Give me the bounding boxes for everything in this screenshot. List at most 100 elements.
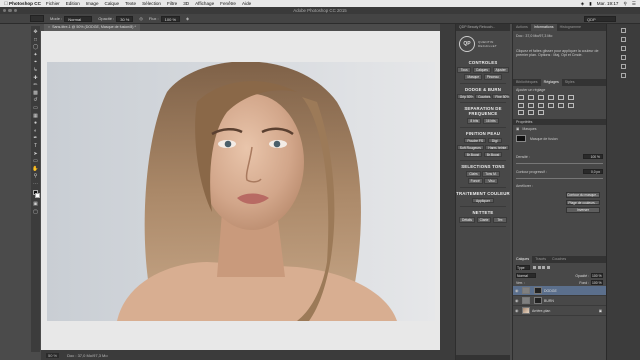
layer-mask-thumbnail[interactable]	[534, 297, 542, 304]
brush-tool-icon[interactable]: ✏	[33, 82, 39, 88]
clone-stamp-tool-icon[interactable]: ▩	[33, 90, 39, 96]
swatches-icon[interactable]	[621, 46, 626, 51]
brightness-adjustment-icon[interactable]	[518, 95, 524, 101]
zoom-tool-icon[interactable]: ⚲	[33, 173, 39, 179]
more-tools-icon[interactable]: ⋯	[33, 181, 39, 187]
tab-histogramme[interactable]: Histogramme	[557, 24, 584, 31]
plugin-button[interactable]: Clairs	[466, 171, 481, 177]
menu-image[interactable]: Image	[86, 1, 99, 6]
plugin-button[interactable]: Tons M.	[482, 171, 500, 177]
invert-button[interactable]: Inverser	[566, 207, 600, 213]
airbrush-icon[interactable]: ◈	[186, 16, 189, 21]
mode-select[interactable]: Normal	[64, 15, 93, 22]
menu-fichier[interactable]: Fichier	[46, 1, 60, 6]
healing-brush-tool-icon[interactable]: ✚	[33, 75, 39, 81]
layer-row-burn[interactable]: ◉ BURN	[513, 296, 606, 306]
plugin-button[interactable]: Br.Boost	[483, 151, 503, 158]
layer-filter-select[interactable]: Type	[516, 265, 530, 270]
plugin-button[interactable]: Digi	[487, 137, 502, 144]
search-icon[interactable]: ⚲	[624, 1, 627, 7]
fill-input[interactable]: 100 %	[591, 280, 603, 285]
document-tab[interactable]: × Sans-titre-1 @ 50% (DODGE, Masque de fu…	[44, 24, 140, 31]
visibility-eye-icon[interactable]: ◉	[515, 288, 520, 293]
tab-styles[interactable]: Styles	[562, 79, 578, 86]
pressure-icon[interactable]: ◎	[139, 16, 143, 21]
channel-mixer-adjustment-icon[interactable]	[548, 102, 554, 108]
threshold-adjustment-icon[interactable]	[518, 109, 524, 115]
menu-selection[interactable]: Sélection	[142, 1, 161, 6]
blend-mode-select[interactable]: Normal	[516, 273, 536, 278]
plugin-button[interactable]: Pinceau	[483, 74, 502, 80]
wifi-icon[interactable]: ◈	[581, 1, 585, 7]
path-selection-tool-icon[interactable]: ➤	[33, 151, 39, 157]
plugin-button[interactable]: Foncé	[467, 178, 483, 184]
density-input[interactable]: 100 %	[583, 154, 603, 160]
brush-preset-icon[interactable]	[621, 55, 626, 60]
menu-list-icon[interactable]: ☰	[632, 1, 636, 7]
exposure-adjustment-icon[interactable]	[548, 95, 554, 101]
hand-tool-icon[interactable]: ✋	[32, 166, 38, 172]
history-icon[interactable]	[621, 28, 626, 33]
posterize-adjustment-icon[interactable]	[568, 102, 574, 108]
menu-calque[interactable]: Calque	[105, 1, 120, 6]
canvas-photo[interactable]	[47, 62, 435, 321]
zoom-button[interactable]	[13, 8, 18, 13]
gradient-tool-icon[interactable]: ▦	[33, 113, 39, 119]
plugin-button[interactable]: Grip 50%	[456, 93, 474, 100]
filter-adjust-icon[interactable]	[537, 265, 541, 269]
menu-edition[interactable]: Edition	[66, 1, 80, 6]
layer-opacity-input[interactable]: 100 %	[591, 273, 603, 278]
plugin-panel-header[interactable]: QDP Beauty Retouch...	[456, 24, 510, 31]
tab-couches[interactable]: Couches	[549, 256, 569, 263]
tool-preset-picker[interactable]	[30, 15, 44, 22]
tab-actions[interactable]: Actions	[513, 24, 531, 31]
plugin-button[interactable]: 8 bits	[467, 118, 482, 124]
selective-color-adjustment-icon[interactable]	[538, 109, 544, 115]
flow-input[interactable]: 100 %	[160, 15, 180, 22]
feather-input[interactable]: 0,0 px	[583, 169, 603, 175]
visibility-eye-icon[interactable]: ◉	[515, 308, 520, 313]
invert-adjustment-icon[interactable]	[558, 102, 564, 108]
magic-wand-tool-icon[interactable]: ✦	[33, 52, 39, 58]
color-range-button[interactable]: Plage de couleurs...	[566, 199, 600, 206]
minimize-button[interactable]	[8, 8, 12, 13]
background-color-swatch[interactable]	[34, 193, 40, 199]
character-icon[interactable]	[621, 64, 626, 69]
menu-3d[interactable]: 3D	[183, 1, 189, 6]
feather-slider[interactable]	[516, 178, 603, 180]
eyedropper-tool-icon[interactable]: ↳	[33, 67, 39, 73]
plugin-button[interactable]: Courbes	[475, 93, 491, 100]
visibility-eye-icon[interactable]: ◉	[515, 298, 520, 303]
pen-tool-icon[interactable]: ✒	[33, 135, 39, 141]
doc-size[interactable]: Doc : 37,0 Mo/97,3 Mo	[67, 353, 107, 358]
plugin-button[interactable]: Tex	[493, 217, 508, 223]
tab-bibliotheques[interactable]: Bibliothèques	[513, 79, 541, 86]
plugin-button[interactable]: Visu	[484, 178, 499, 184]
screen-mode-icon[interactable]: ▢	[33, 209, 39, 215]
tab-traces[interactable]: Tracés	[532, 256, 549, 263]
levels-adjustment-icon[interactable]	[528, 95, 534, 101]
close-button[interactable]	[3, 8, 7, 13]
mask-edge-button[interactable]: Contour du masque...	[566, 192, 600, 198]
type-tool-icon[interactable]: T	[33, 143, 39, 149]
crop-tool-icon[interactable]: ⌖	[33, 59, 39, 65]
plugin-button[interactable]: 16 bits	[482, 118, 499, 124]
plugin-button[interactable]: Appliquer	[472, 197, 494, 204]
plugin-button[interactable]: Ajuster	[492, 67, 509, 73]
mask-thumbnail[interactable]	[516, 135, 526, 143]
plugin-button[interactable]: Poudre FS	[464, 137, 487, 144]
color-balance-adjustment-icon[interactable]	[518, 102, 524, 108]
workspace-select[interactable]: QDP	[584, 16, 616, 22]
dodge-tool-icon[interactable]: ◐	[33, 128, 39, 134]
app-menu[interactable]: Photoshop CC	[9, 1, 41, 6]
gradient-map-adjustment-icon[interactable]	[528, 109, 534, 115]
blur-tool-icon[interactable]: ●	[33, 120, 39, 126]
photo-filter-adjustment-icon[interactable]	[538, 102, 544, 108]
tab-calques[interactable]: Calques	[513, 256, 533, 263]
plugin-button[interactable]: Calques	[472, 67, 491, 73]
lock-icon[interactable]: ▣	[599, 309, 602, 313]
menu-fenetre[interactable]: Fenêtre	[220, 1, 236, 6]
density-slider[interactable]	[516, 163, 603, 165]
tab-informations[interactable]: Informations	[530, 24, 557, 31]
plugin-button[interactable]: Tous	[457, 67, 472, 73]
